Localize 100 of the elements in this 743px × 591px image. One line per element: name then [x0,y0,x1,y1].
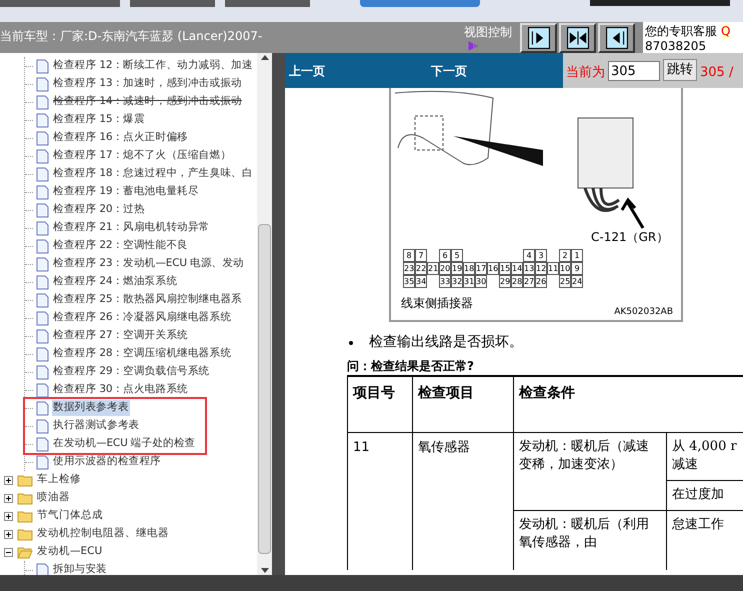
tree-folder[interactable]: 车上检修 [37,472,81,488]
previous-page-link[interactable]: 上一页 [289,62,325,80]
pin-number: 34 [415,275,427,288]
tree-item[interactable]: 使用示波器的检查程序 [52,454,162,470]
document-icon [36,238,49,254]
view-toggle-button[interactable] [559,23,596,53]
pin-number: 17 [475,262,487,275]
view-toggle-button[interactable] [598,23,635,53]
sound-icon [468,41,480,51]
table-cell: 11 [348,433,413,570]
pin-number: 21 [427,262,439,275]
figure-caption: 线束侧插接器 [401,295,473,312]
tree-item[interactable]: 检查程序 13：加速时，感到冲击或振动 [52,76,243,92]
current-page-label: 当前为 [566,64,605,82]
pin-number: 27 [523,275,535,288]
tree-item[interactable]: 检查程序 16：点火正时偏移 [52,130,189,146]
view-toggle-button[interactable] [520,23,557,53]
expand-icon[interactable] [4,494,13,502]
tree-item[interactable]: 检查程序 14：减速时，感到冲击或振动 [52,94,243,110]
pin-number: 30 [475,275,487,288]
expand-icon[interactable] [4,530,13,538]
table-header: 项目号 [348,377,413,433]
folder-icon [17,528,33,540]
pin-number: 5 [451,249,463,262]
tree-item[interactable]: 在发动机—ECU 端子处的检查 [52,436,196,452]
pin-number: 18 [463,262,475,275]
tree-item[interactable]: 检查程序 23：发动机—ECU 电源、发动 [52,256,245,272]
document-icon [36,400,49,416]
document-icon [36,364,49,380]
scrollbar-thumb[interactable] [258,224,271,554]
page-total-label: 305 / [700,64,734,82]
tree-item[interactable]: 检查程序 28：空调压缩机继电器系统 [52,346,232,362]
tree-item[interactable]: 检查程序 29：空调负载信号系统 [52,364,210,380]
pin-number: 33 [439,275,451,288]
table-cell: 发动机：暖机后（减速变稀，加速变浓） [514,433,667,510]
tree-item[interactable]: 检查程序 12：断续工作、动力减弱、加速 [52,58,254,74]
pin-number: 6 [439,249,451,262]
tree-item[interactable]: 执行器测试参考表 [52,418,140,434]
document-icon [36,346,49,362]
service-number: 87038205 [645,39,708,54]
document-icon [36,382,49,398]
car-model-label: 当前车型：厂家:D-东南汽车蓝瑟 (Lancer)2007- [0,29,262,43]
document-icon [36,166,49,182]
pin-number: 16 [487,262,499,275]
tree-item[interactable]: 检查程序 26：冷凝器风扇继电器系统 [52,310,232,326]
collapse-icon[interactable] [4,548,13,556]
tree-item[interactable]: 检查程序 15：爆震 [52,112,146,128]
document-icon [36,202,49,218]
scroll-up-icon[interactable] [260,55,268,60]
tree-folder[interactable]: 发动机—ECU [37,544,102,560]
tree-item[interactable]: 检查程序 18：怠速过程中，产生臭味、白 [52,166,254,182]
next-page-link[interactable]: 下一页 [431,62,467,80]
table-cell-text: 怠速工作 [671,516,725,534]
tree-folder[interactable]: 节气门体总成 [37,508,103,524]
pin-number: 2 [559,249,571,262]
pin-number: 29 [499,275,511,288]
expand-icon[interactable] [4,512,13,520]
pin-number: 11 [547,262,559,275]
document-icon [36,310,49,326]
tree-folder[interactable]: 喷油器 [37,490,70,506]
pin-number: 10 [559,262,571,275]
document-icon [36,58,49,74]
table-header: 检查项目 [413,377,514,433]
scroll-down-icon[interactable] [260,568,268,573]
pin-number: 28 [511,275,523,288]
document-icon [36,436,49,452]
tree-item[interactable]: 检查程序 20：过热 [52,202,146,218]
document-icon [36,454,49,470]
pin-number: 32 [451,275,463,288]
pin-number: 19 [451,262,463,275]
go-button[interactable]: 跳转 [663,59,697,81]
document-icon [36,184,49,200]
scrollbar[interactable] [257,53,272,575]
pin-number: 31 [463,275,475,288]
tree-item[interactable]: 拆卸与安装 [52,562,108,575]
tree-item[interactable]: 检查程序 24：燃油泵系统 [52,274,178,290]
table-cell: 氧传感器 [413,433,514,570]
pin-number: 1 [571,249,583,262]
tree-folder[interactable]: 发动机控制电阻器、继电器 [37,526,169,542]
connector-label: C-121（GR） [591,229,668,246]
pin-number: 35 [403,275,415,288]
tree-item[interactable]: 检查程序 21：风扇电机转动异常 [52,220,210,236]
table-cell-text: 从 4,000 r 减速 [671,438,738,474]
pin-number: 8 [403,249,415,262]
tree-item[interactable]: 数据列表参考表 [52,400,130,416]
tree-item[interactable]: 检查程序 22：空调性能不良 [52,238,189,254]
document-icon [36,112,49,128]
pin-number: 25 [559,275,571,288]
pin-number: 20 [439,262,451,275]
tree-item[interactable]: 检查程序 30：点火电路系统 [52,382,189,398]
document-icon [36,328,49,344]
tree-item[interactable]: 检查程序 19：蓄电池电量耗尽 [52,184,200,200]
service-link[interactable]: Q [721,24,730,39]
expand-icon[interactable] [4,476,13,484]
tree-item[interactable]: 检查程序 27：空调开关系统 [52,328,189,344]
tree-item[interactable]: 检查程序 25：散热器风扇控制继电器系 [52,292,243,308]
page-input[interactable]: 305 [608,61,660,81]
tree-item[interactable]: 检查程序 17：熄不了火（压缩自燃） [52,148,232,164]
pin-number: 22 [415,262,427,275]
document-icon [36,256,49,272]
